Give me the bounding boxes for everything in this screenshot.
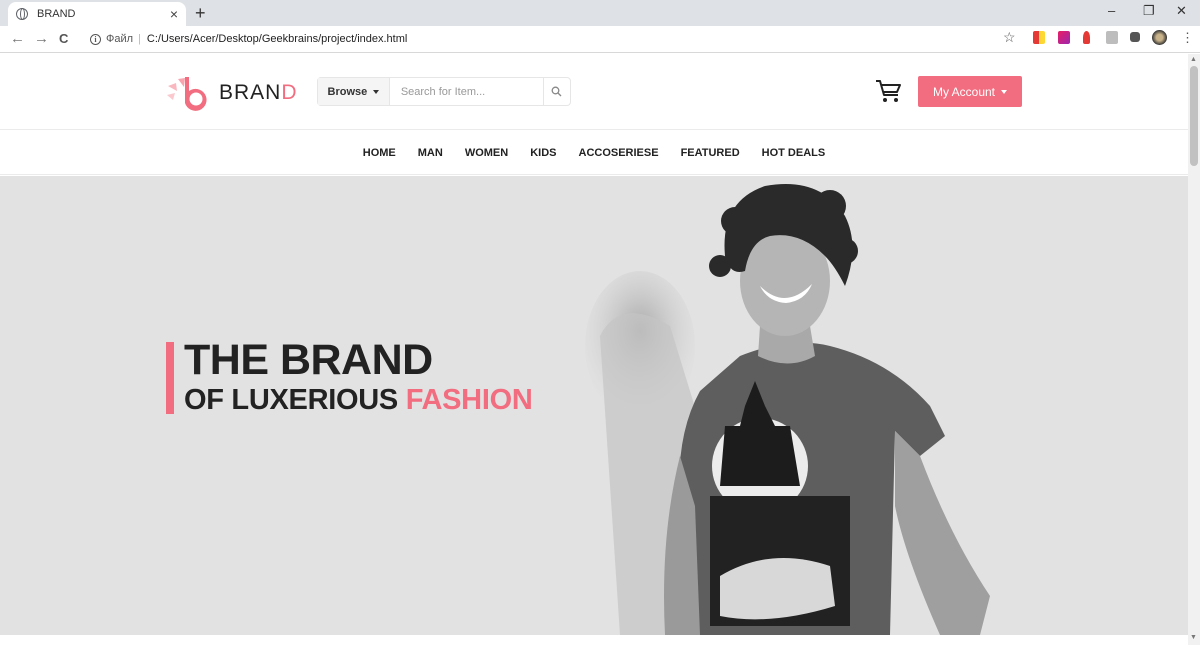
scroll-up-icon[interactable]: ▲ [1190,56,1197,63]
browser-tab-bar: BRAND × + – ❐ ✕ [0,0,1200,26]
logo-text: BRAND [219,81,298,104]
tab-close-icon[interactable]: × [170,6,178,22]
page-scrollbar[interactable]: ▲ ▼ [1188,54,1200,645]
reload-button[interactable]: C [59,31,68,46]
scrollbar-thumb[interactable] [1190,66,1198,166]
tab-title: BRAND [37,8,76,20]
hero-model-image [585,184,990,635]
hero-subtitle: OF LUXERIOUS FASHION [184,384,533,416]
hero-title: THE BRAND [184,336,433,384]
chevron-down-icon [1001,89,1008,94]
menu-item-accoseriese[interactable]: ACCOSERIESE [579,147,659,159]
browse-label: Browse [327,85,368,98]
site-header: BRAND Browse My Account [0,54,1188,130]
scheme-label: Файл [106,33,134,45]
page-viewport: BRAND Browse My Account [0,54,1188,645]
address-separator: | [138,33,141,45]
logo[interactable]: BRAND [165,73,298,113]
address-text[interactable]: C:/Users/Acer/Desktop/Geekbrains/project… [147,33,407,45]
menu-item-kids[interactable]: KIDS [530,147,556,159]
menu-item-hot-deals[interactable]: HOT DEALS [762,147,826,159]
info-icon[interactable]: i [90,33,101,45]
search-bar: Browse [317,77,571,106]
extension-icon[interactable] [1106,31,1118,44]
back-button[interactable]: ← [10,30,25,47]
globe-icon [16,8,28,20]
menu-item-home[interactable]: HOME [363,147,396,159]
browser-toolbar: ← → C i Файл | C:/Users/Acer/Desktop/Gee… [0,26,1200,53]
cart-icon[interactable] [875,78,903,104]
hero-banner: THE BRAND OF LUXERIOUS FASHION [0,176,1188,635]
address-bar[interactable]: i Файл | C:/Users/Acer/Desktop/Geekbrain… [84,28,1024,50]
minimize-button[interactable]: – [1108,3,1115,18]
search-input[interactable] [389,78,543,105]
chevron-down-icon [373,89,380,94]
menu-item-man[interactable]: MAN [418,147,443,159]
my-account-label: My Account [932,84,996,99]
extensions-icon[interactable] [1130,32,1140,42]
forward-button[interactable]: → [34,30,49,47]
kebab-menu-icon[interactable]: ⋮ [1181,30,1194,46]
star-icon[interactable]: ☆ [1003,29,1016,46]
scroll-down-icon[interactable]: ▼ [1190,634,1197,641]
browse-dropdown[interactable]: Browse [318,78,390,105]
search-button[interactable] [542,78,570,105]
menu-item-women[interactable]: WOMEN [465,147,508,159]
main-menu: HOME MAN WOMEN KIDS ACCOSERIESE FEATURED… [0,131,1188,175]
restore-button[interactable]: ❐ [1143,3,1155,19]
extension-icon[interactable] [1083,31,1090,44]
extension-icon[interactable] [1033,31,1045,44]
hero-accent-bar [166,342,174,414]
close-window-button[interactable]: ✕ [1176,3,1187,19]
my-account-button[interactable]: My Account [918,76,1022,107]
avatar[interactable] [1152,30,1167,45]
browser-tab[interactable]: BRAND × [8,2,186,26]
menu-item-featured[interactable]: FEATURED [681,147,740,159]
new-tab-button[interactable]: + [195,3,206,24]
extension-icon[interactable] [1058,31,1070,44]
brand-logo-icon [167,77,207,111]
search-icon [551,86,562,97]
